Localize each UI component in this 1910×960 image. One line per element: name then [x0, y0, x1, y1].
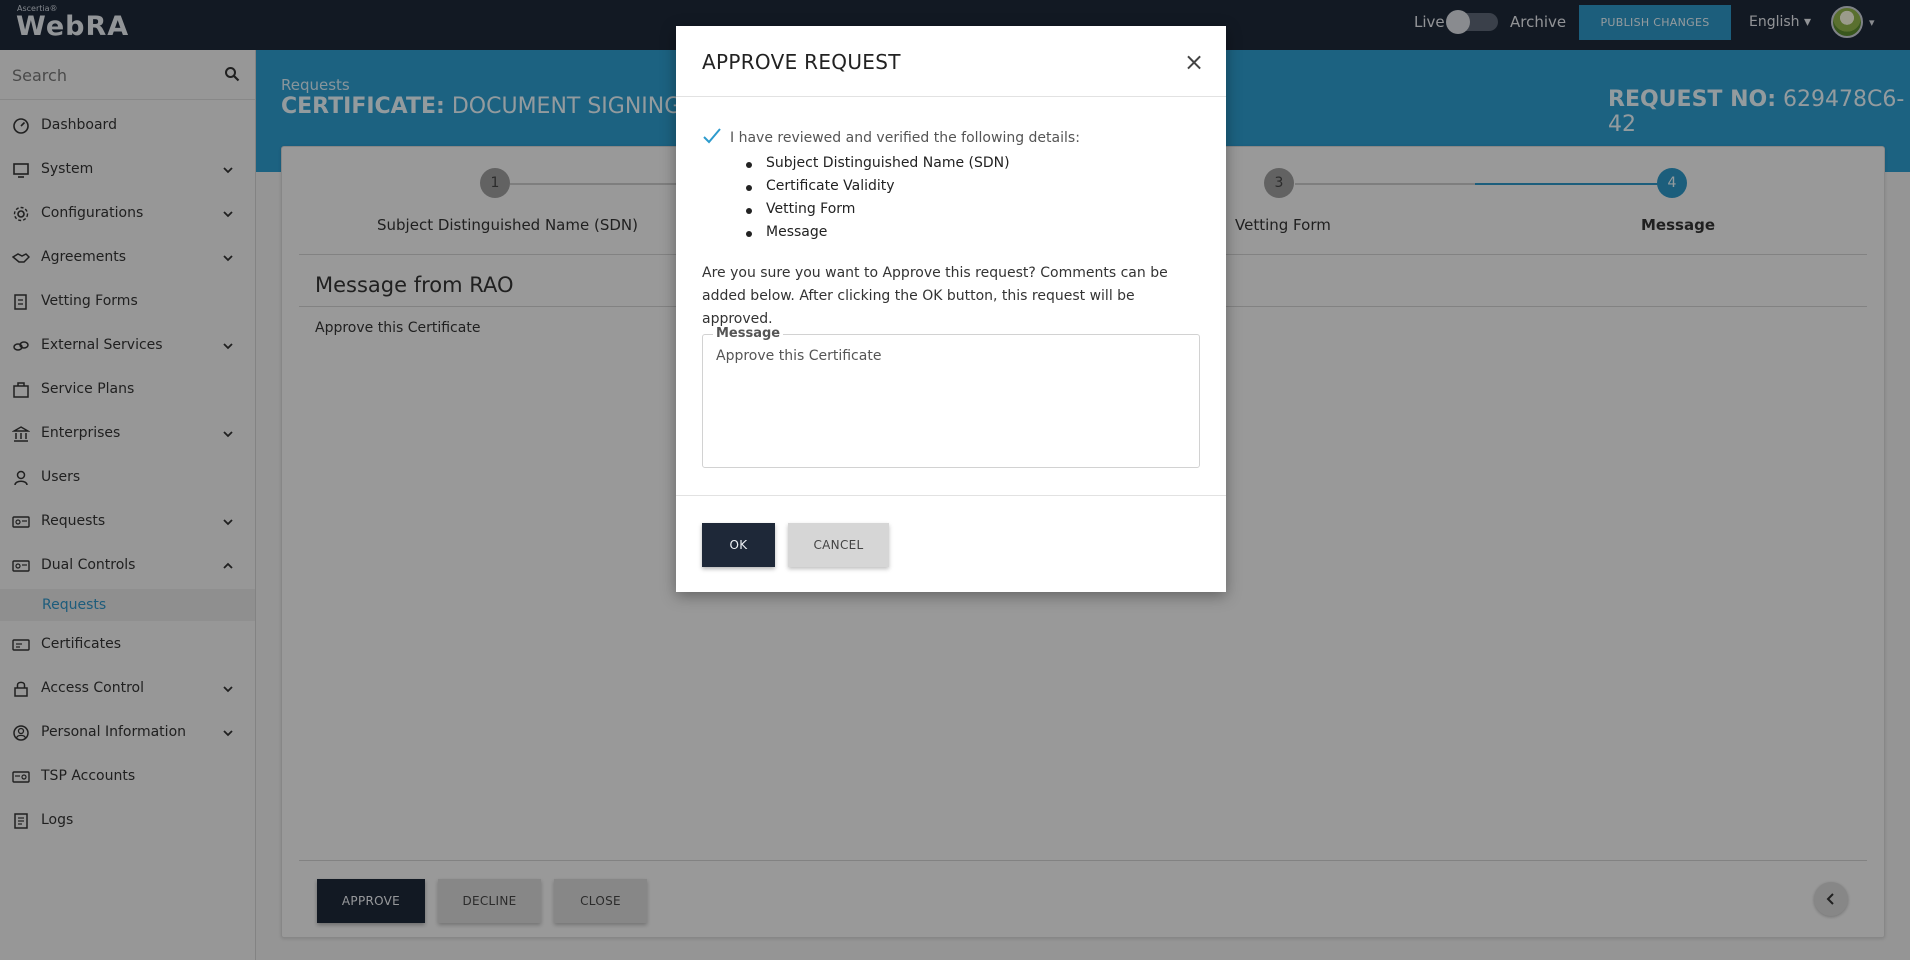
- message-field-label: Message: [713, 326, 784, 341]
- list-item: Certificate Validity: [746, 178, 1010, 201]
- verified-details-list: Subject Distinguished Name (SDN) Certifi…: [746, 155, 1010, 247]
- list-item: Message: [746, 224, 1010, 247]
- list-item: Vetting Form: [746, 201, 1010, 224]
- cancel-button[interactable]: CANCEL: [788, 523, 889, 567]
- dialog-header-divider: [676, 96, 1226, 97]
- message-textarea[interactable]: Approve this Certificate: [716, 348, 1186, 458]
- dialog-title: APPROVE REQUEST: [702, 50, 901, 74]
- approve-request-dialog: APPROVE REQUEST × I have reviewed and ve…: [676, 26, 1226, 592]
- list-item: Subject Distinguished Name (SDN): [746, 155, 1010, 178]
- verify-statement: I have reviewed and verified the followi…: [730, 130, 1080, 146]
- close-icon[interactable]: ×: [1184, 50, 1204, 74]
- dialog-footer-divider: [676, 495, 1226, 496]
- confirm-text: Are you sure you want to Approve this re…: [702, 265, 1168, 327]
- checkmark-icon[interactable]: [702, 126, 722, 146]
- ok-button[interactable]: OK: [702, 523, 775, 567]
